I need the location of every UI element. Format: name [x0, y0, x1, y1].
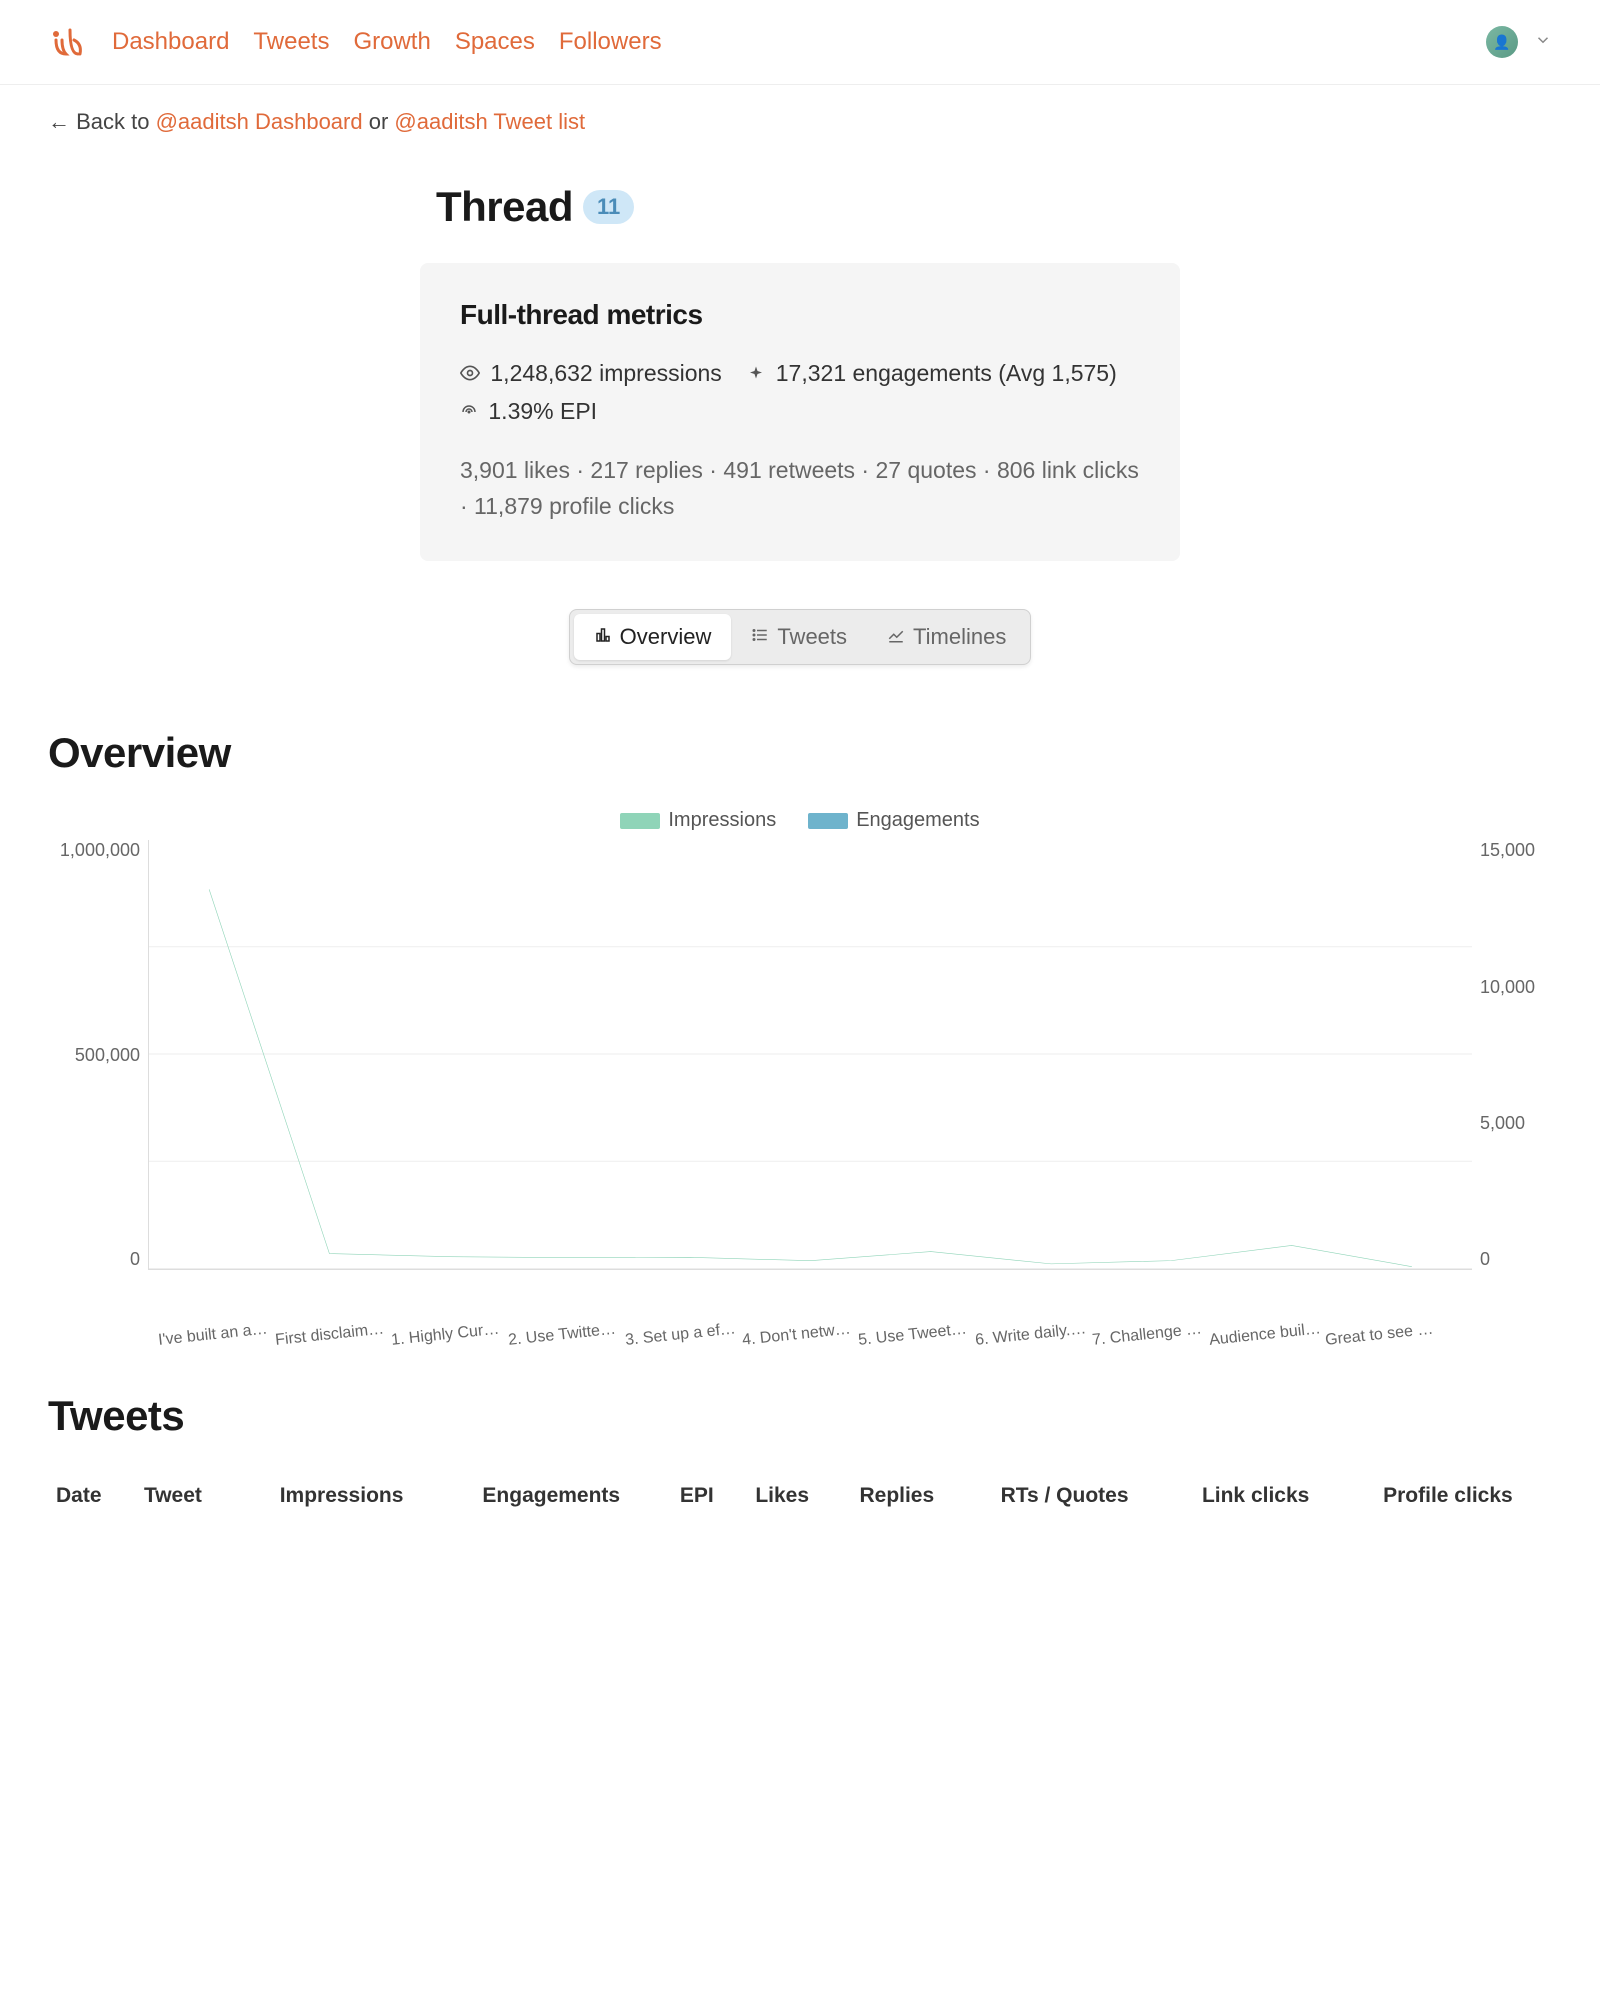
x-label: Great to see over…: [1323, 1320, 1441, 1350]
avatar[interactable]: 👤: [1486, 26, 1518, 58]
line-chart-icon: [887, 624, 905, 650]
y-right-tick: 5,000: [1480, 1113, 1525, 1134]
main-nav: Dashboard Tweets Growth Spaces Followers: [112, 28, 662, 56]
nav-growth[interactable]: Growth: [353, 28, 430, 56]
legend-engagements: Engagements: [856, 809, 979, 832]
tab-timelines-label: Timelines: [913, 624, 1006, 650]
nav-dashboard[interactable]: Dashboard: [112, 28, 229, 56]
col-header[interactable]: EPI: [661, 1472, 732, 1520]
y-right-tick: 10,000: [1480, 977, 1535, 998]
legend-swatch-engagements: [808, 813, 848, 829]
y-left-tick: 1,000,000: [60, 840, 140, 861]
col-header[interactable]: RTs / Quotes: [962, 1472, 1168, 1520]
nav-tweets[interactable]: Tweets: [253, 28, 329, 56]
col-header[interactable]: Likes: [732, 1472, 832, 1520]
overview-chart: 1,000,000 500,000 0 15,000 10,000 5,000 0: [48, 840, 1552, 1320]
col-header[interactable]: Profile clicks: [1344, 1472, 1552, 1520]
nav-spaces[interactable]: Spaces: [455, 28, 535, 56]
tweets-heading: Tweets: [48, 1392, 1552, 1440]
col-header[interactable]: Engagements: [441, 1472, 661, 1520]
header: Dashboard Tweets Growth Spaces Followers…: [0, 0, 1600, 85]
x-label: First disclaimer:…: [272, 1320, 390, 1350]
metrics-card: Full-thread metrics 1,248,632 impression…: [420, 263, 1180, 561]
breadcrumb-tweetlist-link[interactable]: @aaditsh Tweet list: [394, 109, 585, 134]
overview-heading: Overview: [48, 729, 1552, 777]
bar-chart-icon: [594, 624, 612, 650]
x-label: 5. Use Tweetdeck …: [856, 1320, 974, 1350]
breadcrumb-dashboard-link[interactable]: @aaditsh Dashboard: [156, 109, 363, 134]
x-label: 4. Don't network,…: [739, 1320, 857, 1350]
x-label: 1. Highly Curate …: [389, 1320, 507, 1350]
logo[interactable]: [48, 24, 84, 60]
tab-timelines[interactable]: Timelines: [867, 614, 1026, 660]
eye-icon: [460, 357, 480, 394]
chart-legend: Impressions Engagements: [48, 809, 1552, 832]
breadcrumb: ← Back to @aaditsh Dashboard or @aaditsh…: [0, 85, 1600, 135]
list-icon: [751, 624, 769, 650]
col-header[interactable]: Impressions: [242, 1472, 442, 1520]
legend-impressions: Impressions: [668, 809, 776, 832]
tweets-table: DateTweetImpressionsEngagementsEPILikesR…: [48, 1472, 1552, 1520]
x-label: 2. Use Twitter Li…: [506, 1320, 624, 1350]
y-right-tick: 15,000: [1480, 840, 1535, 861]
metrics-heading: Full-thread metrics: [460, 299, 1140, 331]
col-header[interactable]: Tweet: [136, 1472, 242, 1520]
col-header[interactable]: Date: [48, 1472, 136, 1520]
tab-tweets[interactable]: Tweets: [731, 614, 867, 660]
metrics-epi: 1.39% EPI: [488, 398, 597, 424]
x-label: 7. Challenge Your…: [1089, 1320, 1207, 1350]
breadcrumb-prefix: ← Back to: [48, 109, 156, 134]
signal-icon: [460, 395, 478, 432]
legend-swatch-impressions: [620, 813, 660, 829]
sparkle-icon: [747, 357, 765, 394]
x-label: Audience building…: [1206, 1320, 1324, 1350]
chevron-down-icon[interactable]: [1534, 31, 1552, 54]
x-label: 3. Set up a effec…: [622, 1320, 740, 1350]
page-title: Thread: [436, 183, 573, 231]
col-header[interactable]: Replies: [832, 1472, 962, 1520]
y-left-tick: 0: [130, 1249, 140, 1270]
tab-tweets-label: Tweets: [777, 624, 847, 650]
metrics-engagements: 17,321 engagements (Avg 1,575): [776, 360, 1117, 386]
view-tabs: Overview Tweets Timelines: [569, 609, 1032, 665]
metrics-impressions: 1,248,632 impressions: [490, 360, 721, 386]
col-header[interactable]: Link clicks: [1167, 1472, 1343, 1520]
y-left-tick: 500,000: [75, 1045, 140, 1066]
breadcrumb-or: or: [369, 109, 395, 134]
tab-overview[interactable]: Overview: [574, 614, 732, 660]
tab-overview-label: Overview: [620, 624, 712, 650]
x-label: I've built an aud…: [155, 1320, 273, 1350]
thread-count-badge: 11: [583, 190, 634, 224]
metrics-details: 3,901 likes · 217 replies · 491 retweets…: [460, 452, 1140, 526]
nav-followers[interactable]: Followers: [559, 28, 662, 56]
x-label: 6. Write daily. …: [973, 1320, 1091, 1350]
y-right-tick: 0: [1480, 1249, 1490, 1270]
